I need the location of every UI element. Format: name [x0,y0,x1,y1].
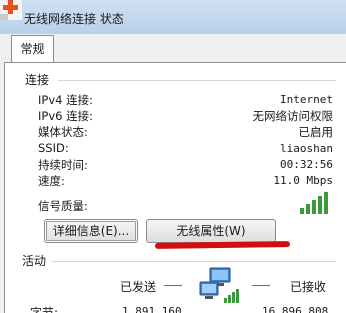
ipv6-value: 无网络访问权限 [252,109,334,123]
media-state-label: 媒体状态: [38,125,88,139]
connection-section-title: 连接 [25,73,50,87]
wireless-properties-button[interactable]: 无线属性(W) [146,219,276,243]
signal-quality-label: 信号质量: [38,199,88,213]
signal-bar [312,200,316,214]
speed-value: 11.0 Mbps [273,174,333,187]
signal-bar [300,208,304,214]
bytes-label: 字节: [30,306,59,313]
bytes-received-value: 16,896,808 [262,305,329,313]
network-app-icon [0,0,22,20]
received-dash [252,285,270,286]
connection-divider [58,80,336,81]
media-state-value: 已启用 [298,125,334,139]
network-computers-icon [199,267,239,303]
sent-dash [164,285,182,286]
ssid-value: liaoshan [280,142,333,155]
signal-bar [306,204,310,214]
duration-label: 持续时间: [38,158,88,172]
signal-bar [318,196,322,214]
ipv4-value: Internet [280,93,333,106]
ipv6-label: IPv6 连接: [38,109,93,123]
title-bar: 无线网络连接 状态 [0,0,346,34]
window-title: 无线网络连接 状态 [24,12,124,26]
speed-label: 速度: [38,174,65,188]
activity-section-title: 活动 [22,254,47,268]
sent-label: 已发送 [120,280,157,294]
tab-general[interactable]: 常规 [11,35,54,63]
received-label: 已接收 [290,280,327,294]
ssid-label: SSID: [38,141,69,155]
signal-bar [324,192,328,214]
activity-divider [52,261,336,262]
signal-bars-icon [300,192,328,214]
bytes-sent-value: 1,891,160 [122,305,182,313]
duration-value: 00:32:56 [280,158,333,171]
ipv4-label: IPv4 连接: [38,93,93,107]
details-button[interactable]: 详细信息(E)... [44,219,138,243]
